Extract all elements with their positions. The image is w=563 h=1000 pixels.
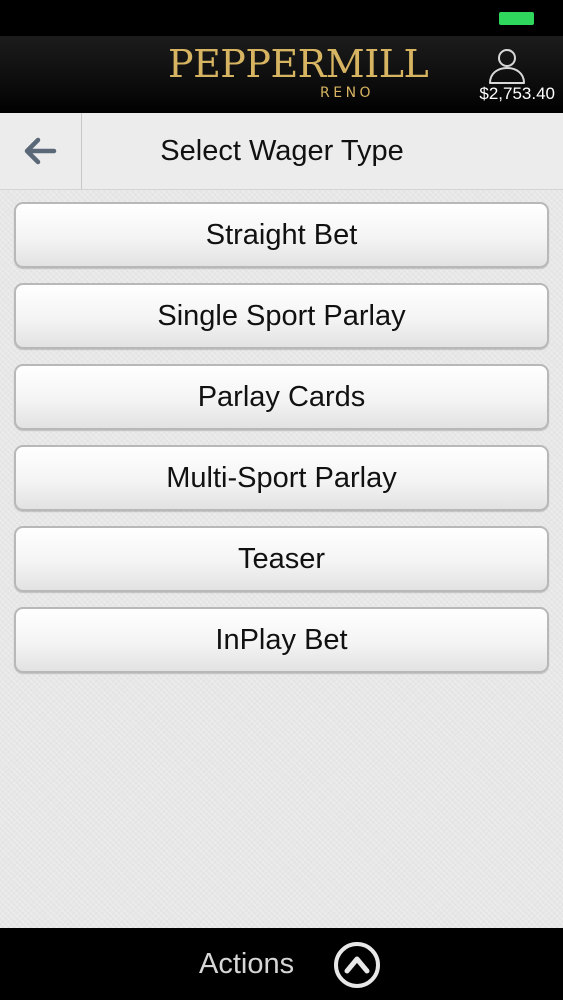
main-content: Straight Bet Single Sport Parlay Parlay … [0,190,563,928]
account-balance: $2,753.40 [479,84,555,103]
parlay-cards-button[interactable]: Parlay Cards [14,364,549,430]
app-header: PEPPERMILL RENO $2,753.40 [0,36,563,113]
teaser-button[interactable]: Teaser [14,526,549,592]
actions-bar[interactable]: Actions [0,928,563,1000]
arrow-left-icon [24,137,57,165]
chevron-up-circle-icon[interactable] [332,940,382,990]
logo-sub-text: RENO [320,85,375,101]
battery-icon [499,12,534,25]
wager-type-list: Straight Bet Single Sport Parlay Parlay … [14,202,549,688]
single-sport-parlay-button[interactable]: Single Sport Parlay [14,283,549,349]
logo-main-text: PEPPERMILL [168,42,429,86]
page-title: Select Wager Type [160,135,404,167]
account-button[interactable]: $2,753.40 [455,46,555,110]
back-button[interactable] [0,113,82,189]
status-bar [0,0,563,36]
actions-label: Actions [199,948,295,980]
multi-sport-parlay-button[interactable]: Multi-Sport Parlay [14,445,549,511]
title-bar: Select Wager Type [0,113,563,190]
peppermill-logo: PEPPERMILL RENO [168,41,429,107]
straight-bet-button[interactable]: Straight Bet [14,202,549,268]
inplay-bet-button[interactable]: InPlay Bet [14,607,549,673]
user-icon [489,49,525,84]
